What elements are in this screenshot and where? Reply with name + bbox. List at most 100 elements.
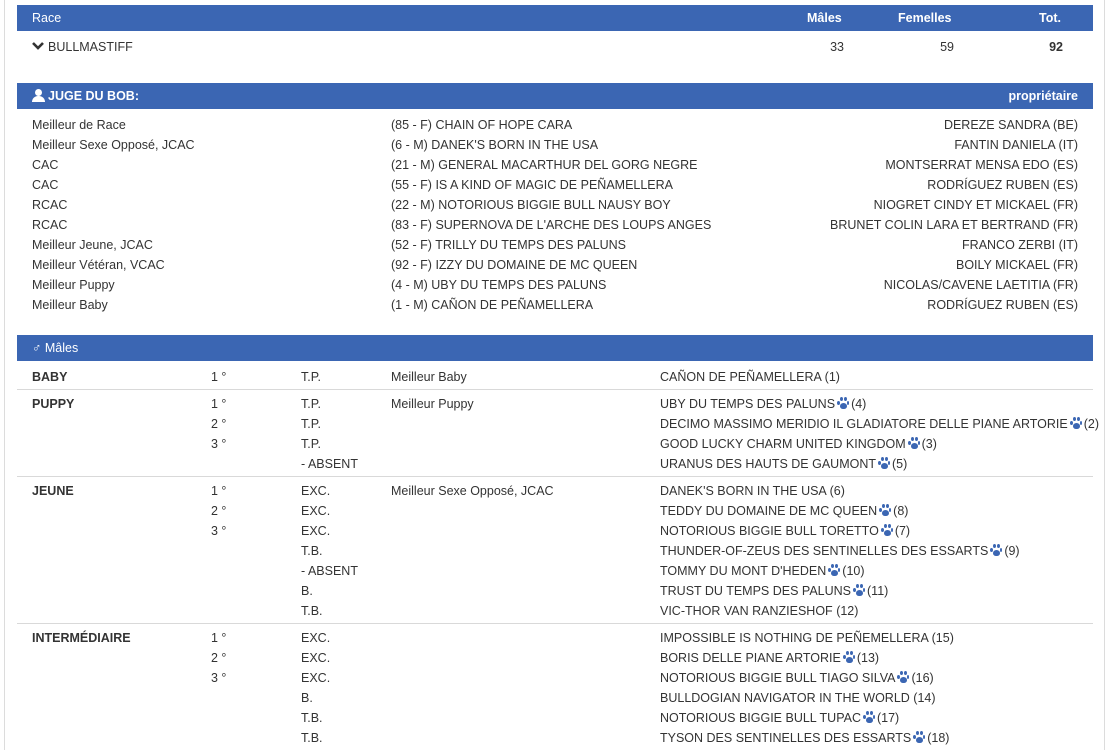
entry-grade: T.P. <box>301 370 321 384</box>
class-name: BABY <box>32 370 68 384</box>
entry-dog[interactable]: BULLDOGIAN NAVIGATOR IN THE WORLD (14) <box>660 691 936 705</box>
entry-dog[interactable]: TYSON DES SENTINELLES DES ESSARTS (18) <box>660 731 949 745</box>
entry-catalog-number: (1) <box>824 370 840 384</box>
entry-dog-name: DANEK'S BORN IN THE USA <box>660 484 827 498</box>
entry-dog-name: TEDDY DU DOMAINE DE MC QUEEN <box>660 504 878 518</box>
award-owner: RODRÍGUEZ RUBEN (ES) <box>927 298 1078 312</box>
award-owner: BRUNET COLIN LARA ET BERTRAND (FR) <box>830 218 1078 232</box>
entry-dog[interactable]: VIC-THOR VAN RANZIESHOF (12) <box>660 604 858 618</box>
entry-catalog-number: (18) <box>927 731 950 745</box>
entry-catalog-number: (8) <box>893 504 909 518</box>
award-dog: (21 - M) GENERAL MACARTHUR DEL GORG NEGR… <box>391 158 698 172</box>
entry-dog[interactable]: CAÑON DE PEÑAMELLERA (1) <box>660 370 840 384</box>
entry-dog[interactable]: IMPOSSIBLE IS NOTHING DE PEÑEMELLERA (15… <box>660 631 954 645</box>
award-title: Meilleur Puppy <box>32 278 115 292</box>
award-title: CAC <box>32 158 59 172</box>
breed-name: BULLMASTIFF <box>48 40 133 54</box>
entry-catalog-number: (7) <box>894 524 911 538</box>
entry-dog-name: UBY DU TEMPS DES PALUNS <box>660 397 836 411</box>
race-header-bar: Race Mâles Femelles Tot. <box>17 5 1093 31</box>
entry-grade: T.P. <box>301 397 321 411</box>
class-divider <box>17 476 1093 477</box>
paw-icon <box>990 544 1003 556</box>
males-title: ♂ Mâles <box>32 341 79 355</box>
entry-grade: EXC. <box>301 484 331 498</box>
entry-grade: T.P. <box>301 417 321 431</box>
entry-grade: EXC. <box>301 671 331 685</box>
entry-award: Meilleur Sexe Opposé, JCAC <box>391 484 554 498</box>
entry-dog[interactable]: TRUST DU TEMPS DES PALUNS (11) <box>660 584 888 598</box>
award-title: RCAC <box>32 198 68 212</box>
paw-icon <box>828 564 841 576</box>
entry-catalog-number: (10) <box>842 564 865 578</box>
entry-dog-name: THUNDER-OF-ZEUS DES SENTINELLES DES ESSA… <box>660 544 989 558</box>
entry-grade: T.B. <box>301 731 323 745</box>
entry-rank: 2 ° <box>211 504 227 518</box>
entry-catalog-number: (15) <box>931 631 954 645</box>
class-divider <box>17 623 1093 624</box>
award-owner: RODRÍGUEZ RUBEN (ES) <box>927 178 1078 192</box>
entry-dog[interactable]: BORIS DELLE PIANE ARTORIE (13) <box>660 651 879 665</box>
award-owner: DEREZE SANDRA (BE) <box>943 118 1078 132</box>
entry-rank: 1 ° <box>211 397 227 411</box>
entry-catalog-number: (2) <box>1083 417 1100 431</box>
paw-icon <box>1069 417 1082 429</box>
award-owner: NIOGRET CINDY ET MICKAEL (FR) <box>873 198 1078 212</box>
award-title: Meilleur Vétéran, VCAC <box>32 258 165 272</box>
paw-icon <box>907 437 920 449</box>
entry-catalog-number: (17) <box>876 711 900 725</box>
class-name: JEUNE <box>32 484 74 498</box>
award-dog: (6 - M) DANEK'S BORN IN THE USA <box>391 138 599 152</box>
entry-dog[interactable]: DANEK'S BORN IN THE USA (6) <box>660 484 845 498</box>
entry-dog[interactable]: THUNDER-OF-ZEUS DES SENTINELLES DES ESSA… <box>660 544 1020 558</box>
paw-icon <box>878 457 890 469</box>
entry-dog-name: IMPOSSIBLE IS NOTHING DE PEÑEMELLERA <box>660 631 929 645</box>
total-column-header: Tot. <box>1039 11 1061 25</box>
paw-icon <box>879 504 892 516</box>
race-row[interactable]: BULLMASTIFF <box>32 40 133 54</box>
person-icon <box>32 89 45 102</box>
award-title: Meilleur Jeune, JCAC <box>32 238 153 252</box>
award-owner: NICOLAS/CAVENE LAETITIA (FR) <box>883 278 1078 292</box>
entry-grade: - ABSENT <box>301 564 358 578</box>
paw-icon <box>862 711 875 723</box>
entry-dog-name: TOMMY DU MONT D'HEDEN <box>660 564 827 578</box>
owner-column-header: propriétaire <box>1008 89 1078 103</box>
females-count: 59 <box>940 40 954 54</box>
entry-catalog-number: (14) <box>913 691 936 705</box>
chevron-down-icon <box>32 40 44 54</box>
entry-dog[interactable]: NOTORIOUS BIGGIE BULL TIAGO SILVA (16) <box>660 671 934 685</box>
entry-grade: B. <box>301 584 313 598</box>
entry-catalog-number: (13) <box>856 651 880 665</box>
entry-dog-name: VIC-THOR VAN RANZIESHOF <box>660 604 833 618</box>
entry-dog[interactable]: TEDDY DU DOMAINE DE MC QUEEN (8) <box>660 504 908 518</box>
entry-rank: 3 ° <box>211 524 227 538</box>
award-dog: (1 - M) CAÑON DE PEÑAMELLERA <box>391 298 594 312</box>
entry-dog[interactable]: NOTORIOUS BIGGIE BULL TUPAC (17) <box>660 711 899 725</box>
entry-rank: 2 ° <box>211 651 227 665</box>
entry-catalog-number: (5) <box>892 457 908 471</box>
entry-rank: 1 ° <box>211 484 227 498</box>
entry-grade: EXC. <box>301 631 331 645</box>
total-count: 92 <box>1049 40 1063 54</box>
paw-icon <box>913 731 926 743</box>
entry-rank: 2 ° <box>211 417 227 431</box>
entry-grade: T.P. <box>301 437 321 451</box>
award-owner: BOILY MICKAEL (FR) <box>955 258 1078 272</box>
entry-dog[interactable]: URANUS DES HAUTS DE GAUMONT (5) <box>660 457 907 471</box>
entry-dog[interactable]: TOMMY DU MONT D'HEDEN (10) <box>660 564 865 578</box>
award-dog: (22 - M) NOTORIOUS BIGGIE BULL NAUSY BOY <box>391 198 671 212</box>
award-dog: (55 - F) IS A KIND OF MAGIC DE PEÑAMELLE… <box>391 178 674 192</box>
class-divider <box>17 389 1093 390</box>
entry-catalog-number: (9) <box>1004 544 1020 558</box>
entry-dog[interactable]: GOOD LUCKY CHARM UNITED KINGDOM (3) <box>660 437 937 451</box>
entry-grade: B. <box>301 691 313 705</box>
award-title: RCAC <box>32 218 68 232</box>
entry-catalog-number: (12) <box>836 604 859 618</box>
entry-dog[interactable]: UBY DU TEMPS DES PALUNS (4) <box>660 397 866 411</box>
entry-dog[interactable]: DECIMO MASSIMO MERIDIO IL GLADIATORE DEL… <box>660 417 1099 431</box>
entry-catalog-number: (11) <box>867 584 889 598</box>
entry-dog-name: DECIMO MASSIMO MERIDIO IL GLADIATORE DEL… <box>660 417 1068 431</box>
entry-dog[interactable]: NOTORIOUS BIGGIE BULL TORETTO (7) <box>660 524 910 538</box>
class-name: INTERMÉDIAIRE <box>32 631 131 645</box>
